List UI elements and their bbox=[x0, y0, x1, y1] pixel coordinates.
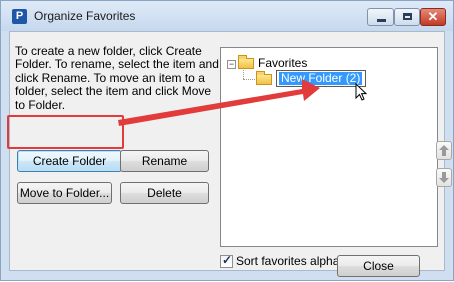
annotation-arrow-icon bbox=[118, 79, 320, 126]
organize-favorites-dialog: P Organize Favorites ✕ To create a new f… bbox=[0, 0, 454, 281]
